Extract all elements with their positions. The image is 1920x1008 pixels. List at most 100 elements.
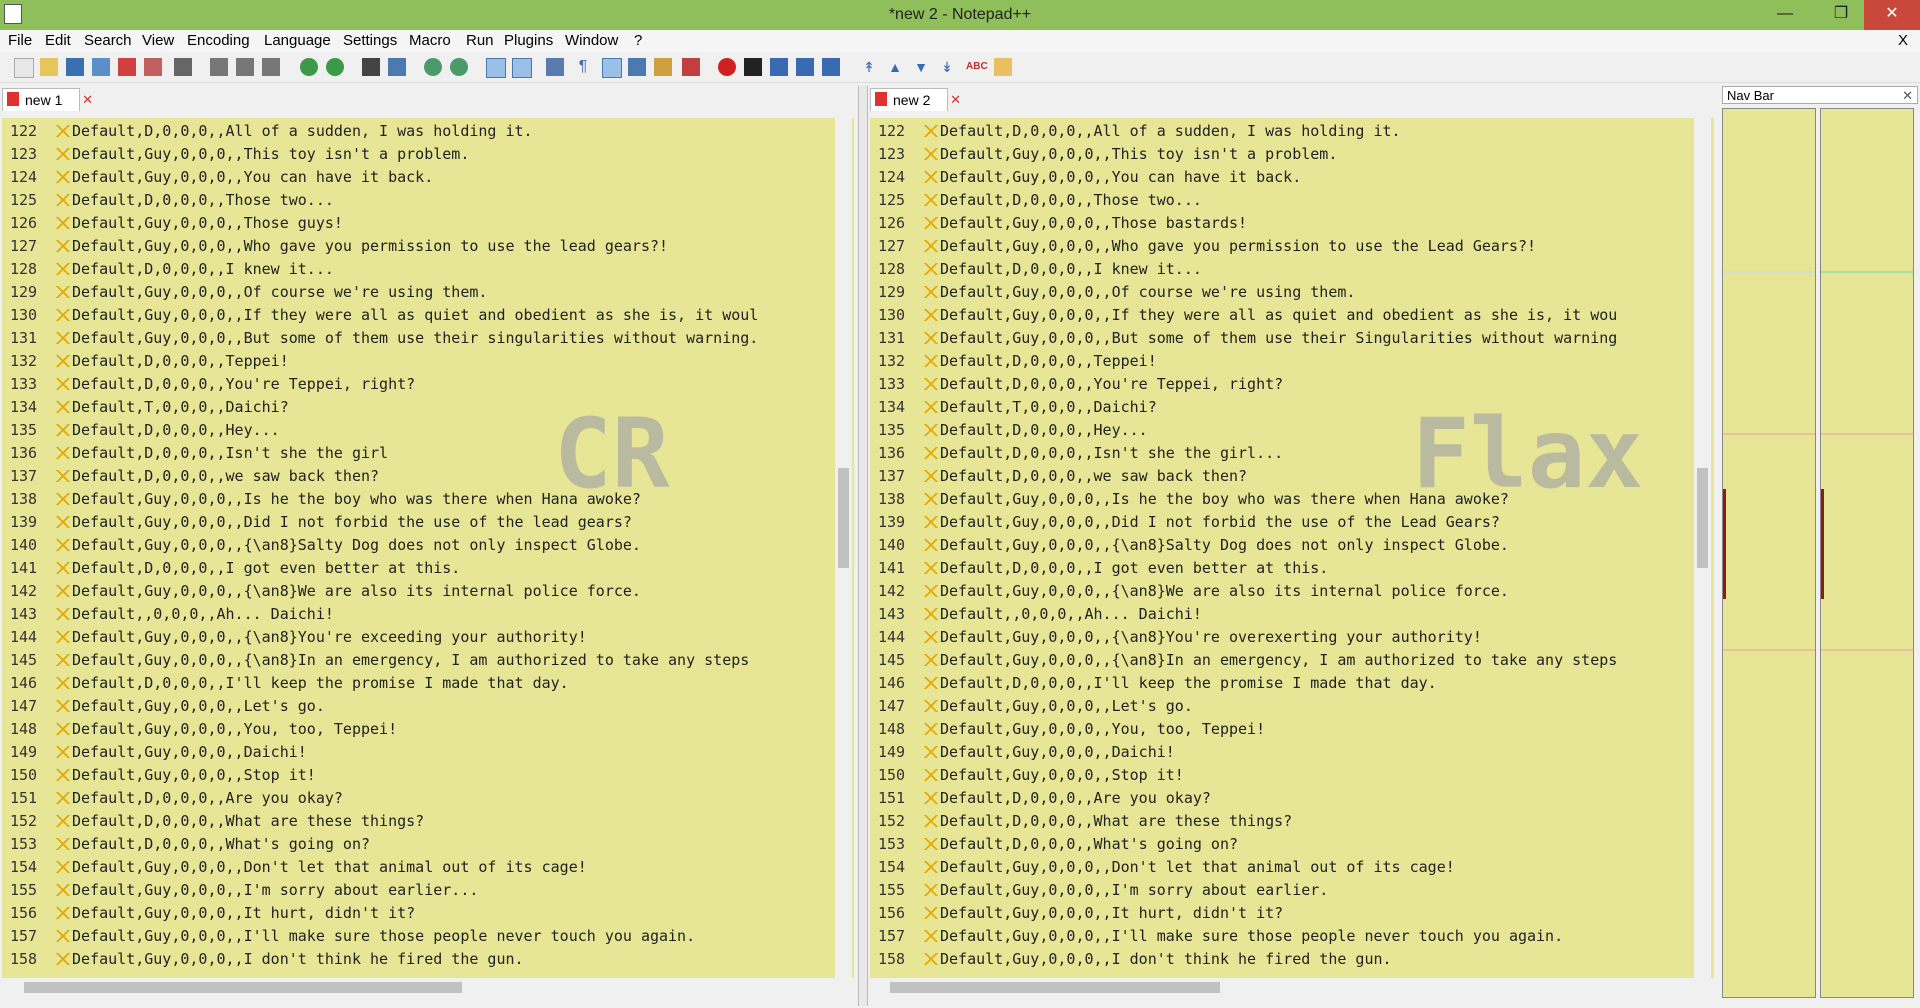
editor-line[interactable]: 122 Default,D,0,0,0,,All of a sudden, I w… — [870, 120, 1692, 143]
left-horizontal-scroll-thumb[interactable] — [24, 982, 462, 993]
document-map-icon[interactable] — [654, 58, 672, 76]
editor-line[interactable]: 128 Default,D,0,0,0,,I knew it... — [2, 258, 832, 281]
word-wrap-icon[interactable] — [546, 58, 564, 76]
record-macro-icon[interactable] — [718, 58, 736, 76]
editor-line[interactable]: 138 Default,Guy,0,0,0,,Is he the boy who … — [2, 488, 832, 511]
new-file-icon[interactable] — [14, 58, 34, 78]
tab-close-icon[interactable]: ✕ — [82, 89, 93, 111]
editor-line[interactable]: 125 Default,D,0,0,0,,Those two... — [870, 189, 1692, 212]
plugin-icon[interactable] — [994, 58, 1012, 76]
run-macro-multiple-icon[interactable] — [796, 58, 814, 76]
minimize-button[interactable]: — — [1762, 0, 1808, 30]
cut-icon[interactable] — [210, 58, 228, 76]
editor-line[interactable]: 151 Default,D,0,0,0,,Are you okay? — [2, 787, 832, 810]
editor-line[interactable]: 131 Default,Guy,0,0,0,,But some of them u… — [2, 327, 832, 350]
editor-line[interactable]: 124 Default,Guy,0,0,0,,You can have it ba… — [2, 166, 832, 189]
editor-line[interactable]: 158 Default,Guy,0,0,0,,I don't think he f… — [870, 948, 1692, 971]
editor-line[interactable]: 155 Default,Guy,0,0,0,,I'm sorry about ea… — [2, 879, 832, 902]
stop-macro-icon[interactable] — [744, 58, 762, 76]
language-icon[interactable] — [628, 58, 646, 76]
editor-line[interactable]: 148 Default,Guy,0,0,0,,You, too, Teppei! — [2, 718, 832, 741]
compare-next-icon[interactable]: ▼ — [912, 58, 930, 76]
play-macro-icon[interactable] — [770, 58, 788, 76]
right-horizontal-scroll-thumb[interactable] — [890, 982, 1220, 993]
menu-plugins[interactable]: Plugins — [504, 30, 553, 52]
sync-vertical-scroll-icon[interactable] — [486, 58, 506, 78]
show-all-characters-icon[interactable]: ¶ — [574, 58, 592, 76]
editor-line[interactable]: 150 Default,Guy,0,0,0,,Stop it! — [870, 764, 1692, 787]
tab-close-icon[interactable]: ✕ — [950, 89, 961, 111]
editor-line[interactable]: 125 Default,D,0,0,0,,Those two... — [2, 189, 832, 212]
left-editor-pane[interactable]: CR 122 Default,D,0,0,0,,All of a sudden, … — [2, 118, 854, 978]
paste-icon[interactable] — [262, 58, 280, 76]
editor-line[interactable]: 146 Default,D,0,0,0,,I'll keep the promis… — [870, 672, 1692, 695]
indent-guide-icon[interactable] — [602, 58, 622, 78]
editor-line[interactable]: 132 Default,D,0,0,0,,Teppei! — [2, 350, 832, 373]
editor-line[interactable]: 144 Default,Guy,0,0,0,,{\an8}You're excee… — [2, 626, 832, 649]
sync-horizontal-scroll-icon[interactable] — [512, 58, 532, 78]
editor-line[interactable]: 126 Default,Guy,0,0,0,,Those guys! — [2, 212, 832, 235]
editor-line[interactable]: 123 Default,Guy,0,0,0,,This toy isn't a p… — [2, 143, 832, 166]
editor-line[interactable]: 143 Default,,0,0,0,,Ah... Daichi! — [870, 603, 1692, 626]
editor-line[interactable]: 140 Default,Guy,0,0,0,,{\an8}Salty Dog do… — [870, 534, 1692, 557]
save-all-icon[interactable] — [92, 58, 110, 76]
editor-line[interactable]: 133 Default,D,0,0,0,,You're Teppei, right… — [870, 373, 1692, 396]
editor-line[interactable]: 136 Default,D,0,0,0,,Isn't she the girl — [2, 442, 832, 465]
tab-new-2[interactable]: new 2 ✕ — [870, 88, 961, 111]
left-vertical-scroll-thumb[interactable] — [838, 468, 849, 568]
menu-window[interactable]: Window — [565, 30, 618, 52]
left-horizontal-scrollbar[interactable] — [2, 978, 854, 996]
close-document-icon[interactable]: X — [1898, 30, 1908, 52]
editor-line[interactable]: 147 Default,Guy,0,0,0,,Let's go. — [2, 695, 832, 718]
nav-bar-left-map[interactable] — [1722, 108, 1816, 998]
editor-line[interactable]: 134 Default,T,0,0,0,,Daichi? — [2, 396, 832, 419]
pane-splitter[interactable] — [858, 86, 868, 1006]
menu-search[interactable]: Search — [84, 30, 132, 52]
editor-line[interactable]: 151 Default,D,0,0,0,,Are you okay? — [870, 787, 1692, 810]
editor-line[interactable]: 154 Default,Guy,0,0,0,,Don't let that ani… — [870, 856, 1692, 879]
editor-line[interactable]: 127 Default,Guy,0,0,0,,Who gave you permi… — [2, 235, 832, 258]
left-vertical-scrollbar[interactable] — [835, 118, 852, 978]
editor-line[interactable]: 123 Default,Guy,0,0,0,,This toy isn't a p… — [870, 143, 1692, 166]
editor-line[interactable]: 146 Default,D,0,0,0,,I'll keep the promis… — [2, 672, 832, 695]
menu-file[interactable]: File — [8, 30, 32, 52]
undo-icon[interactable] — [300, 58, 318, 76]
right-vertical-scroll-thumb[interactable] — [1697, 468, 1708, 568]
menu-macro[interactable]: Macro — [409, 30, 451, 52]
redo-icon[interactable] — [326, 58, 344, 76]
menu-view[interactable]: View — [142, 30, 174, 52]
compare-first-icon[interactable]: ↟ — [860, 58, 878, 76]
menu-run[interactable]: Run — [466, 30, 494, 52]
editor-line[interactable]: 127 Default,Guy,0,0,0,,Who gave you permi… — [870, 235, 1692, 258]
nav-bar-right-map[interactable] — [1820, 108, 1914, 998]
editor-line[interactable]: 152 Default,D,0,0,0,,What are these thing… — [2, 810, 832, 833]
copy-icon[interactable] — [236, 58, 254, 76]
tab-new-1[interactable]: new 1 ✕ — [2, 88, 93, 111]
editor-line[interactable]: 145 Default,Guy,0,0,0,,{\an8}In an emerge… — [2, 649, 832, 672]
editor-line[interactable]: 154 Default,Guy,0,0,0,,Don't let that ani… — [2, 856, 832, 879]
editor-line[interactable]: 143 Default,,0,0,0,,Ah... Daichi! — [2, 603, 832, 626]
editor-line[interactable]: 156 Default,Guy,0,0,0,,It hurt, didn't it… — [2, 902, 832, 925]
editor-line[interactable]: 138 Default,Guy,0,0,0,,Is he the boy who … — [870, 488, 1692, 511]
compare-last-icon[interactable]: ↡ — [938, 58, 956, 76]
open-file-icon[interactable] — [40, 58, 58, 76]
editor-line[interactable]: 137 Default,D,0,0,0,,we saw back then? — [870, 465, 1692, 488]
editor-line[interactable]: 124 Default,Guy,0,0,0,,You can have it ba… — [870, 166, 1692, 189]
menu-settings[interactable]: Settings — [343, 30, 397, 52]
menu-edit[interactable]: Edit — [45, 30, 71, 52]
close-window-button[interactable]: ✕ — [1864, 0, 1920, 30]
find-icon[interactable] — [362, 58, 380, 76]
editor-line[interactable]: 148 Default,Guy,0,0,0,,You, too, Teppei! — [870, 718, 1692, 741]
editor-line[interactable]: 126 Default,Guy,0,0,0,,Those bastards! — [870, 212, 1692, 235]
editor-line[interactable]: 147 Default,Guy,0,0,0,,Let's go. — [870, 695, 1692, 718]
editor-line[interactable]: 135 Default,D,0,0,0,,Hey... — [2, 419, 832, 442]
editor-line[interactable]: 141 Default,D,0,0,0,,I got even better at… — [870, 557, 1692, 580]
compare-prev-icon[interactable]: ▲ — [886, 58, 904, 76]
editor-line[interactable]: 141 Default,D,0,0,0,,I got even better at… — [2, 557, 832, 580]
save-icon[interactable] — [66, 58, 84, 76]
save-macro-icon[interactable] — [822, 58, 840, 76]
menu-help[interactable]: ? — [634, 30, 642, 52]
right-horizontal-scrollbar[interactable] — [870, 978, 1714, 996]
menu-encoding[interactable]: Encoding — [187, 30, 250, 52]
editor-line[interactable]: 129 Default,Guy,0,0,0,,Of course we're us… — [2, 281, 832, 304]
